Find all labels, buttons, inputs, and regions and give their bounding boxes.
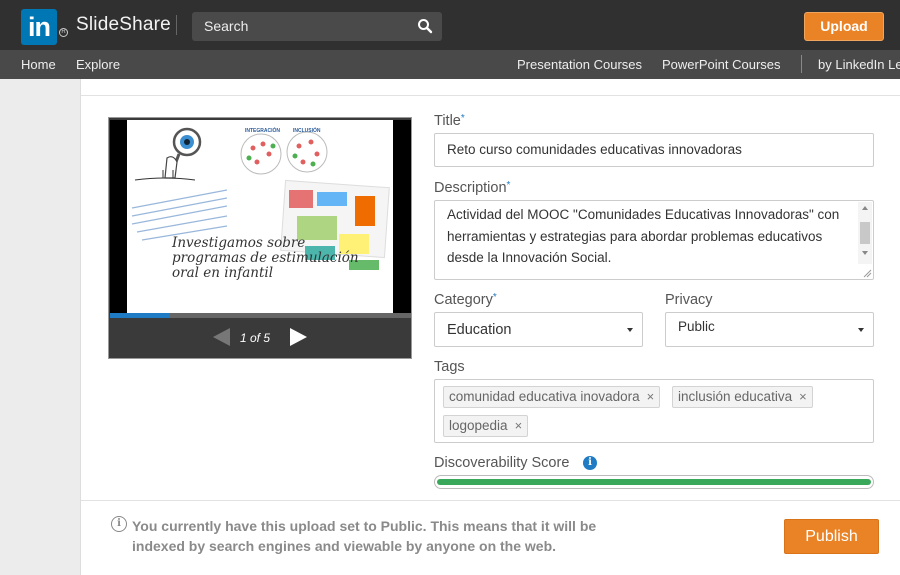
nav-divider (801, 55, 802, 73)
resize-handle-icon[interactable] (862, 268, 872, 278)
info-icon[interactable]: i (583, 456, 597, 470)
remove-tag-icon[interactable]: × (647, 387, 655, 407)
page-indicator: 1 of 5 (240, 331, 271, 345)
slideshow-preview[interactable]: INTEGRACIÓN INCLUSIÓN Investigamos sobre… (108, 117, 412, 359)
scroll-thumb[interactable] (860, 222, 870, 244)
title-field[interactable]: Reto curso comunidades educativas innova… (434, 133, 874, 167)
category-value: Education (447, 322, 512, 338)
chevron-down-icon (627, 328, 633, 332)
required-marker: * (492, 292, 497, 303)
slide-caption: Investigamos sobre programas de estimula… (172, 235, 359, 281)
scroll-up-icon[interactable] (862, 206, 868, 210)
slide-letterbox-left (110, 120, 127, 313)
scroll-down-icon[interactable] (862, 251, 868, 255)
discoverability-label: Discoverability Score (434, 455, 570, 471)
brand-name[interactable]: SlideShare (76, 14, 171, 36)
category-label: Category* (434, 292, 497, 308)
description-label: Description* (434, 180, 511, 196)
info-circle-icon: i (111, 516, 127, 532)
required-marker: * (506, 180, 511, 191)
privacy-label: Privacy (665, 292, 713, 308)
search-input[interactable]: Search (204, 18, 248, 34)
tag-chip: inclusión educativa × (672, 386, 813, 408)
slide-label-integracion: INTEGRACIÓN (245, 128, 280, 134)
chevron-down-icon (858, 328, 864, 332)
discoverability-score-bar (434, 475, 874, 489)
tag-chip: comunidad educativa inovadora × (443, 386, 661, 408)
slide-letterbox-right (393, 120, 411, 313)
next-slide-icon[interactable] (290, 328, 307, 346)
description-textarea[interactable]: Actividad del MOOC "Comunidades Educativ… (447, 204, 852, 269)
description-field[interactable]: Actividad del MOOC "Comunidades Educativ… (434, 200, 874, 280)
slide-illustration (131, 127, 390, 270)
top-bar: in R SlideShare Search Upload (0, 0, 900, 50)
remove-tag-icon[interactable]: × (515, 416, 523, 436)
nav-explore[interactable]: Explore (76, 57, 120, 72)
tags-label: Tags (434, 359, 465, 375)
linkedin-logo[interactable]: in (21, 9, 57, 45)
upload-button[interactable]: Upload (804, 12, 884, 41)
publish-button[interactable]: Publish (784, 519, 879, 554)
tag-chip: logopedia × (443, 415, 529, 437)
category-select[interactable]: Education (434, 312, 643, 347)
upload-panel: INTEGRACIÓN INCLUSIÓN Investigamos sobre… (80, 79, 900, 575)
privacy-select[interactable]: Public (665, 312, 874, 347)
panel-divider-top (81, 95, 900, 96)
description-scrollbar[interactable] (858, 202, 872, 264)
panel-divider-bottom (81, 500, 900, 501)
title-label: Title* (434, 113, 465, 129)
search-box[interactable]: Search (192, 12, 442, 41)
slide-label-inclusion: INCLUSIÓN (293, 128, 321, 134)
search-icon[interactable] (417, 18, 433, 34)
discoverability-score-fill (437, 479, 871, 485)
nav-presentation-courses[interactable]: Presentation Courses (517, 57, 642, 72)
previous-slide-icon[interactable] (213, 328, 230, 346)
registered-mark-icon: R (59, 28, 68, 37)
required-marker: * (460, 113, 465, 124)
nav-powerpoint-courses[interactable]: PowerPoint Courses (662, 57, 781, 72)
header-divider (176, 15, 177, 35)
privacy-value: Public (678, 319, 715, 334)
remove-tag-icon[interactable]: × (799, 387, 807, 407)
public-notice: You currently have this upload set to Pu… (132, 518, 597, 554)
title-input[interactable]: Reto curso comunidades educativas innova… (447, 142, 742, 157)
nav-home[interactable]: Home (21, 57, 56, 72)
nav-bar: Home Explore Presentation Courses PowerP… (0, 50, 900, 79)
tags-field[interactable]: comunidad educativa inovadora × inclusión… (434, 379, 874, 443)
slide-image: INTEGRACIÓN INCLUSIÓN Investigamos sobre… (127, 120, 393, 313)
nav-by-linkedin[interactable]: by LinkedIn Le (818, 57, 900, 72)
slide-controls: 1 of 5 (110, 318, 411, 358)
